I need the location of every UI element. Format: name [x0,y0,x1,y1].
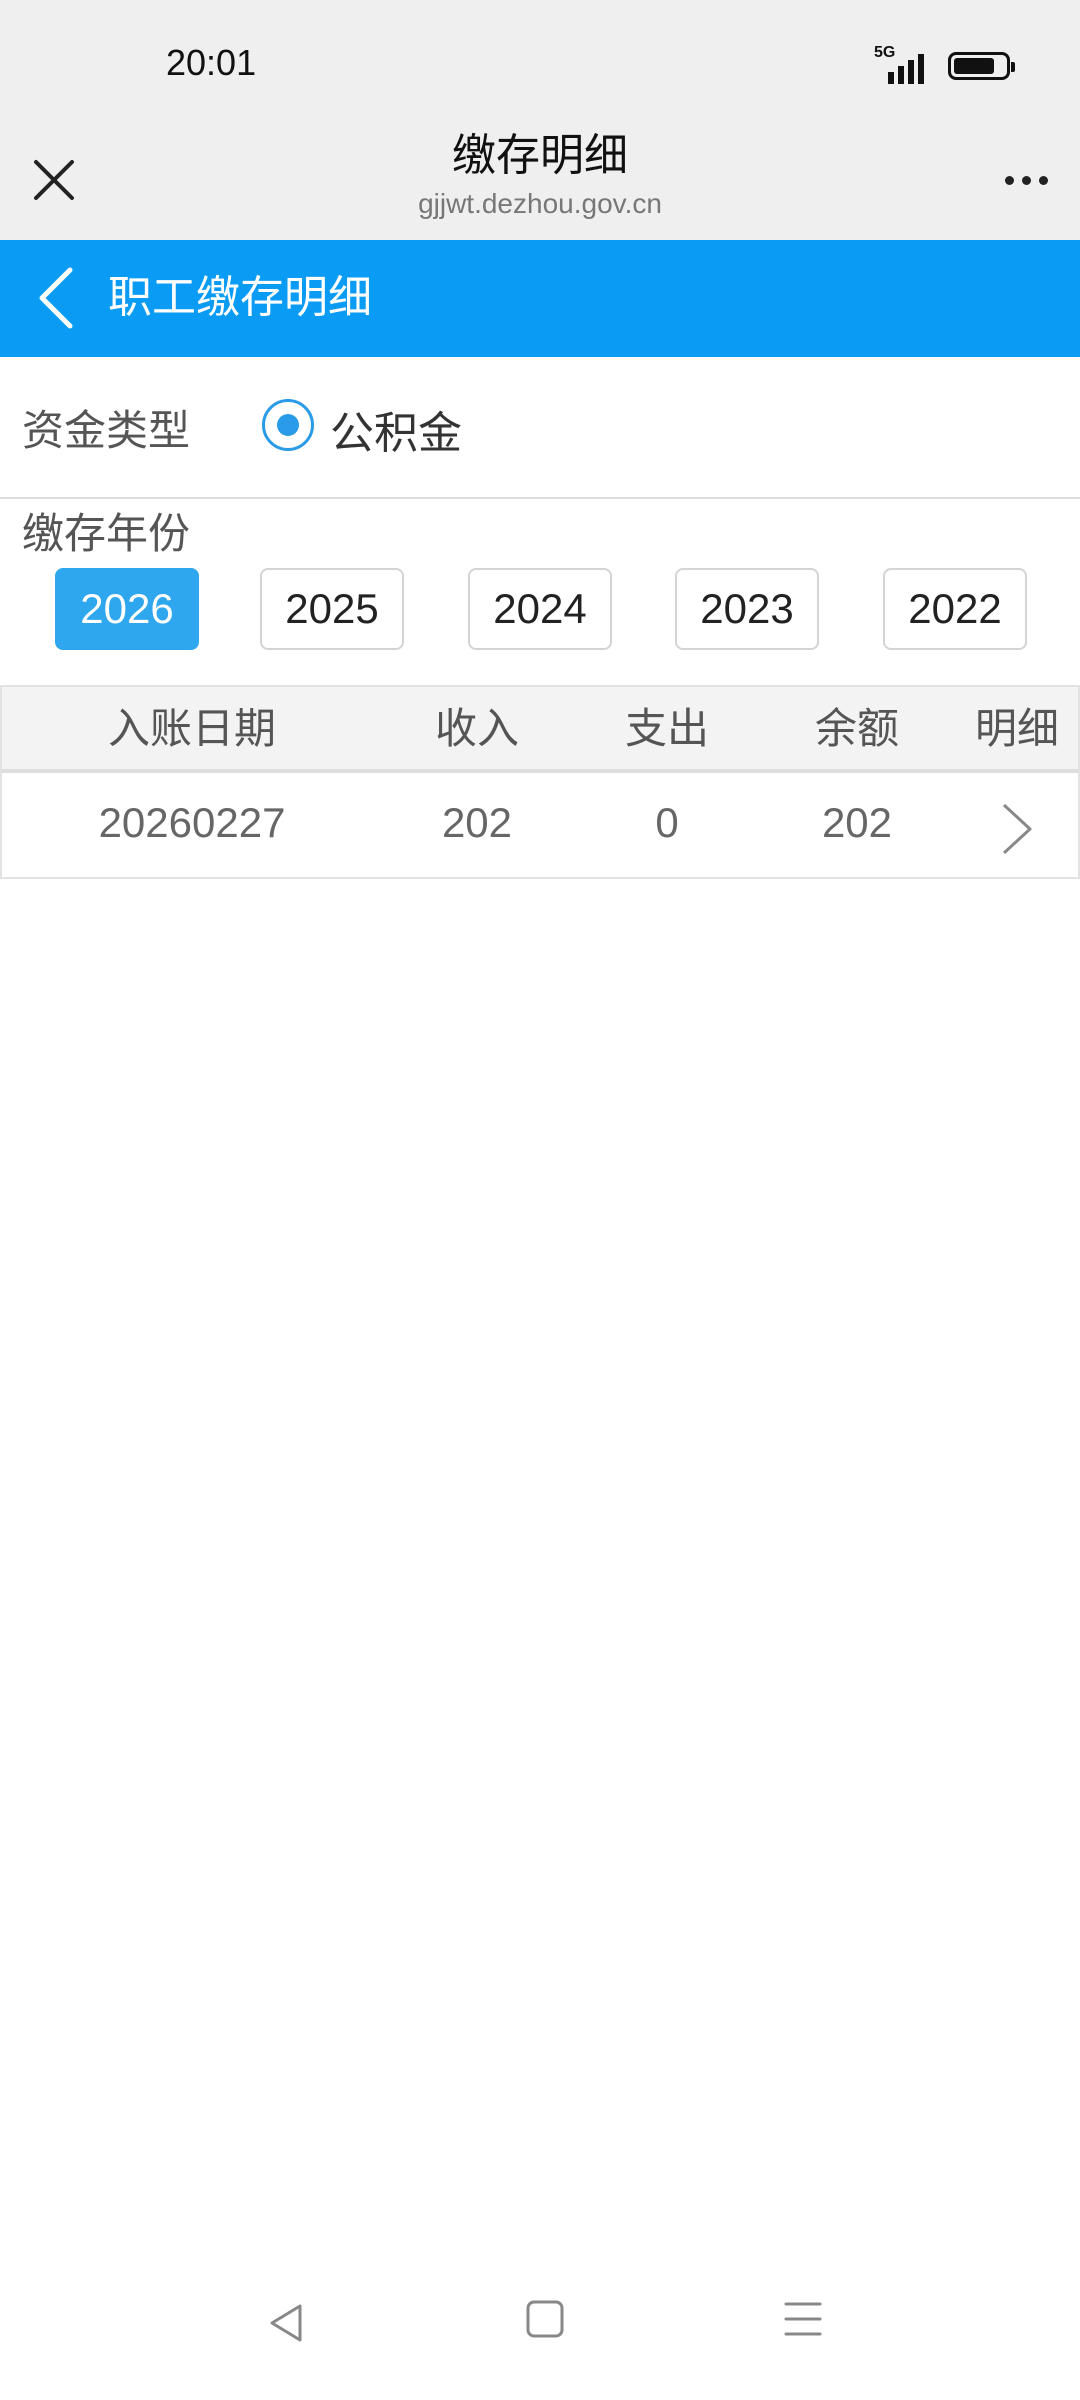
page-title: 缴存明细 [452,130,628,181]
row-expense: 0 [655,799,679,846]
browser-bar: 缴存明细 gjjwt.dezhou.gov.cn [0,120,1080,240]
year-button-2025[interactable]: 2025 [260,568,404,650]
header-detail: 明细 [974,704,1059,753]
status-icons: 5G [874,44,1015,86]
page-url: gjjwt.dezhou.gov.cn [418,188,662,219]
nav-menu-icon[interactable] [782,2298,824,2340]
chevron-right-icon[interactable] [992,799,1040,859]
fund-type-radio[interactable] [262,399,314,451]
battery-icon [948,52,1015,80]
fund-type-row: 资金类型 公积金 [0,357,1080,499]
more-icon [1004,175,1014,185]
browser-title-block: 缴存明细 gjjwt.dezhou.gov.cn [0,126,1080,222]
deposit-table: 入账日期 收入 支出 余额 明细 20260227 202 0 202 [0,685,1080,879]
header-income: 收入 [434,704,519,753]
fund-type-label: 资金类型 [22,406,191,455]
row-balance: 202 [821,799,893,846]
year-button-2023[interactable]: 2023 [675,568,819,650]
year-button-2026[interactable]: 2026 [55,568,199,650]
header-title: 职工缴存明细 [108,272,372,323]
nav-back-icon[interactable] [262,2298,312,2348]
system-nav-bar [0,2270,1080,2400]
year-button-2024[interactable]: 2024 [468,568,612,650]
signal-icon: 5G [874,44,934,86]
table-header: 入账日期 收入 支出 余额 明细 [0,685,1080,773]
app-header: 职工缴存明细 [0,240,1080,357]
fund-type-option-label[interactable]: 公积金 [330,397,462,461]
year-button-2022[interactable]: 2022 [883,568,1027,650]
nav-home-icon[interactable] [524,2298,566,2340]
header-expense: 支出 [624,704,709,753]
status-bar: 20:01 5G [0,0,1080,140]
table-row[interactable]: 20260227 202 0 202 [0,773,1080,879]
header-balance: 余额 [814,704,899,753]
row-income: 202 [441,799,513,846]
status-time: 20:01 [166,42,257,83]
header-date: 入账日期 [107,704,276,753]
year-label: 缴存年份 [22,509,191,558]
row-date: 20260227 [98,799,286,846]
more-options-button[interactable] [996,154,1056,206]
back-icon[interactable] [30,262,84,334]
